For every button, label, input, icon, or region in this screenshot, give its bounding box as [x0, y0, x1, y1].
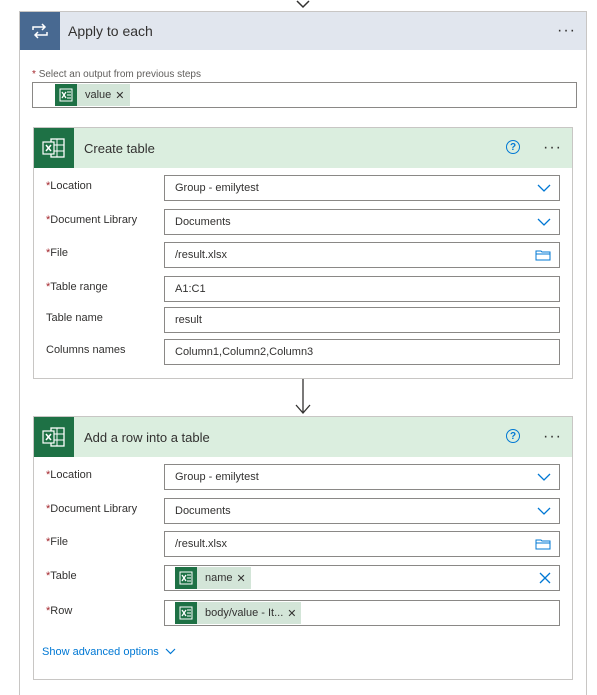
clear-icon[interactable] — [539, 572, 551, 584]
help-icon[interactable]: ? — [506, 140, 520, 154]
file-value: /result.xlsx — [175, 538, 227, 550]
apply-to-each-header[interactable]: Apply to each ··· — [20, 12, 586, 50]
excel-icon — [55, 84, 77, 106]
location-label: *Location — [46, 180, 92, 192]
table-label: *Table — [46, 570, 77, 582]
add-row-card: Add a row into a table ? ··· *Location G… — [33, 416, 573, 680]
select-output-label: * Select an output from previous steps — [32, 69, 201, 80]
create-table-title: Create table — [84, 140, 155, 156]
folder-icon[interactable] — [535, 538, 551, 550]
columns-names-input[interactable]: Column1,Column2,Column3 — [164, 339, 560, 365]
create-table-header[interactable]: Create table ? ··· — [34, 128, 572, 168]
show-advanced-options-link[interactable]: Show advanced options — [42, 646, 176, 658]
help-icon[interactable]: ? — [506, 429, 520, 443]
file-input[interactable]: /result.xlsx — [164, 242, 560, 268]
excel-icon — [175, 602, 197, 624]
body-value-token[interactable]: body/value - It... ✕ — [175, 602, 302, 624]
table-name-value: result — [175, 314, 202, 326]
location-label: *Location — [46, 469, 92, 481]
columns-names-label: Columns names — [46, 344, 126, 356]
columns-names-value: Column1,Column2,Column3 — [175, 346, 314, 358]
value-token-label: value — [85, 89, 112, 101]
name-token-label: name — [205, 572, 233, 584]
chevron-down-icon[interactable] — [537, 473, 551, 481]
excel-icon — [175, 567, 197, 589]
value-token[interactable]: value ✕ — [55, 84, 130, 106]
document-library-value: Documents — [175, 216, 231, 228]
add-row-header[interactable]: Add a row into a table ? ··· — [34, 417, 572, 457]
chevron-down-icon[interactable] — [537, 184, 551, 192]
document-library-dropdown[interactable]: Documents — [164, 498, 560, 524]
name-token[interactable]: name ✕ — [175, 567, 251, 589]
body-value-token-label: body/value - It... — [205, 607, 284, 619]
chevron-down-icon — [165, 646, 176, 658]
create-table-card: Create table ? ··· *Location Group - emi… — [33, 127, 573, 379]
document-library-label: *Document Library — [46, 214, 138, 226]
select-output-input[interactable]: value ✕ — [32, 82, 577, 108]
file-input[interactable]: /result.xlsx — [164, 531, 560, 557]
location-value: Group - emilytest — [175, 182, 259, 194]
remove-token-icon[interactable]: ✕ — [115, 89, 129, 102]
table-range-input[interactable]: A1:C1 — [164, 276, 560, 302]
location-dropdown[interactable]: Group - emilytest — [164, 464, 560, 490]
connector-arrow-icon — [295, 379, 311, 414]
excel-icon — [34, 128, 74, 168]
chevron-down-icon[interactable] — [537, 218, 551, 226]
document-library-value: Documents — [175, 505, 231, 517]
file-value: /result.xlsx — [175, 249, 227, 261]
remove-token-icon[interactable]: ✕ — [237, 572, 251, 585]
location-value: Group - emilytest — [175, 471, 259, 483]
show-advanced-options-label: Show advanced options — [42, 646, 159, 658]
apply-more-options-icon[interactable]: ··· — [557, 23, 576, 39]
loop-icon — [20, 12, 60, 50]
file-label: *File — [46, 536, 69, 548]
row-input[interactable]: body/value - It... ✕ — [164, 600, 560, 626]
table-range-label: *Table range — [46, 281, 108, 293]
folder-icon[interactable] — [535, 249, 551, 261]
document-library-label: *Document Library — [46, 503, 138, 515]
create-table-more-icon[interactable]: ··· — [543, 140, 562, 156]
table-input[interactable]: name ✕ — [164, 565, 560, 591]
table-range-value: A1:C1 — [175, 283, 206, 295]
remove-token-icon[interactable]: ✕ — [287, 607, 301, 620]
table-name-label: Table name — [46, 312, 103, 324]
add-row-title: Add a row into a table — [84, 429, 210, 445]
chevron-down-icon[interactable] — [537, 507, 551, 515]
add-row-more-icon[interactable]: ··· — [543, 429, 562, 445]
file-label: *File — [46, 247, 69, 259]
apply-to-each-title: Apply to each — [68, 23, 153, 39]
connector-arrow-icon — [296, 0, 310, 9]
excel-icon — [34, 417, 74, 457]
table-name-input[interactable]: result — [164, 307, 560, 333]
location-dropdown[interactable]: Group - emilytest — [164, 175, 560, 201]
row-label: *Row — [46, 605, 73, 617]
document-library-dropdown[interactable]: Documents — [164, 209, 560, 235]
